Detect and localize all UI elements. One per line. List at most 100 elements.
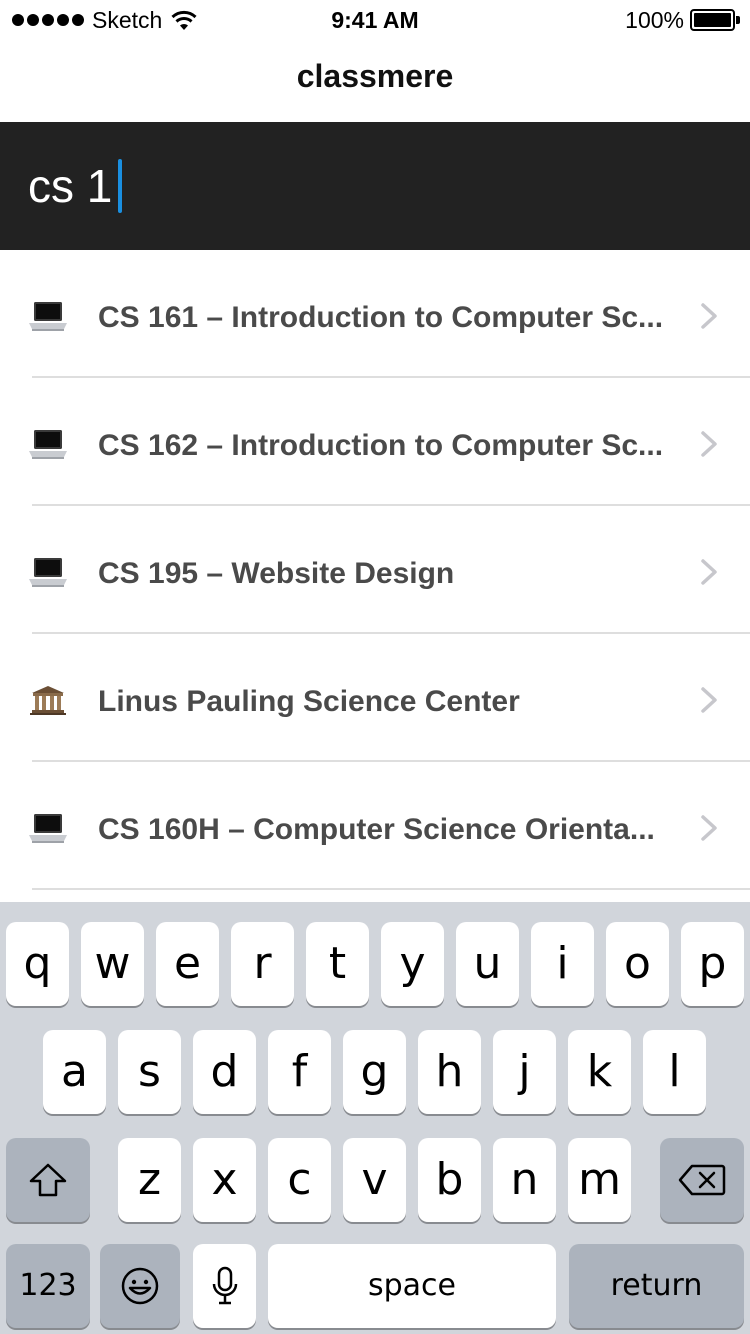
result-row-cs161[interactable]: CS 161 – Introduction to Computer Sc... [0, 250, 750, 378]
key-label: m [578, 1154, 621, 1205]
shift-key[interactable] [6, 1138, 90, 1222]
signal-strength-icon [12, 14, 84, 26]
key-label: space [367, 1268, 456, 1303]
search-input[interactable]: cs 1 [28, 158, 123, 214]
space-key[interactable]: space [268, 1244, 556, 1328]
search-query: cs 1 [28, 160, 113, 212]
key-label: a [61, 1046, 88, 1097]
dictation-key[interactable] [193, 1244, 256, 1328]
key-c[interactable]: c [268, 1138, 331, 1222]
status-right: 100% [625, 6, 740, 34]
return-key[interactable]: return [569, 1244, 744, 1328]
key-label: e [173, 938, 202, 989]
result-row-cs160h[interactable]: CS 160H – Computer Science Orienta... [0, 762, 750, 890]
key-label: x [211, 1154, 238, 1205]
key-label: v [361, 1154, 388, 1205]
key-label: p [698, 938, 727, 989]
chevron-right-icon [701, 559, 717, 585]
result-label: CS 162 – Introduction to Computer Sc... [98, 429, 664, 462]
laptop-icon [29, 430, 67, 459]
laptop-icon [29, 558, 67, 587]
key-label: b [435, 1154, 464, 1205]
key-s[interactable]: s [118, 1030, 181, 1114]
result-row-cs195[interactable]: CS 195 – Website Design [0, 506, 750, 634]
key-d[interactable]: d [193, 1030, 256, 1114]
chevron-right-icon [701, 431, 717, 457]
key-label: j [518, 1046, 531, 1097]
key-k[interactable]: k [568, 1030, 631, 1114]
key-label: c [287, 1154, 312, 1205]
key-label: return [610, 1268, 703, 1303]
key-label: d [210, 1046, 239, 1097]
key-n[interactable]: n [493, 1138, 556, 1222]
numbers-key[interactable]: 123 [6, 1244, 90, 1328]
laptop-icon [29, 302, 67, 331]
carrier-name: Sketch [92, 6, 163, 33]
status-bar: Sketch 9:41 AM 100% [0, 0, 750, 40]
key-label: y [399, 938, 426, 989]
result-label: Linus Pauling Science Center [98, 685, 520, 718]
building-icon [30, 686, 66, 715]
key-label: u [473, 938, 502, 989]
key-z[interactable]: z [118, 1138, 181, 1222]
key-label: w [94, 938, 131, 989]
key-f[interactable]: f [268, 1030, 331, 1114]
key-y[interactable]: y [381, 922, 444, 1006]
battery-percentage: 100% [625, 6, 684, 33]
result-label: CS 161 – Introduction to Computer Sc... [98, 301, 664, 334]
key-p[interactable]: p [681, 922, 744, 1006]
key-w[interactable]: w [81, 922, 144, 1006]
key-x[interactable]: x [193, 1138, 256, 1222]
backspace-key[interactable] [660, 1138, 744, 1222]
key-label: t [328, 938, 347, 989]
keyboard: q w e r t y u i o p a s d f g h j k l z … [0, 902, 750, 1334]
result-row-building[interactable]: Linus Pauling Science Center [0, 634, 750, 762]
key-m[interactable]: m [568, 1138, 631, 1222]
battery-icon [690, 9, 740, 31]
key-label: r [253, 938, 272, 989]
text-cursor [118, 159, 123, 213]
key-l[interactable]: l [643, 1030, 706, 1114]
key-i[interactable]: i [531, 922, 594, 1006]
chevron-right-icon [701, 815, 717, 841]
key-b[interactable]: b [418, 1138, 481, 1222]
key-o[interactable]: o [606, 922, 669, 1006]
key-label: i [556, 938, 569, 989]
key-label: 123 [19, 1268, 77, 1303]
result-row-cs162[interactable]: CS 162 – Introduction to Computer Sc... [0, 378, 750, 506]
key-r[interactable]: r [231, 922, 294, 1006]
microphone-icon [212, 1266, 237, 1305]
key-e[interactable]: e [156, 922, 219, 1006]
search-field[interactable]: cs 1 [0, 122, 750, 250]
result-label: CS 195 – Website Design [98, 557, 455, 590]
key-t[interactable]: t [306, 922, 369, 1006]
key-h[interactable]: h [418, 1030, 481, 1114]
key-label: n [510, 1154, 539, 1205]
key-g[interactable]: g [343, 1030, 406, 1114]
key-label: f [291, 1046, 308, 1097]
app-title: classmere [296, 58, 454, 94]
key-label: g [360, 1046, 389, 1097]
key-j[interactable]: j [493, 1030, 556, 1114]
wifi-icon [171, 10, 197, 30]
key-label: l [668, 1046, 681, 1097]
key-label: o [624, 938, 651, 989]
shift-icon [29, 1163, 67, 1197]
emoji-key[interactable] [100, 1244, 180, 1328]
key-label: q [23, 938, 52, 989]
key-label: z [137, 1154, 162, 1205]
key-label: h [435, 1046, 464, 1097]
chevron-right-icon [701, 303, 717, 329]
status-left: Sketch [12, 6, 198, 34]
key-q[interactable]: q [6, 922, 69, 1006]
key-a[interactable]: a [43, 1030, 106, 1114]
result-label: CS 160H – Computer Science Orienta... [98, 813, 655, 846]
key-label: k [586, 1046, 613, 1097]
navigation-bar: classmere [0, 40, 750, 122]
laptop-icon [29, 814, 67, 843]
chevron-right-icon [701, 687, 717, 713]
backspace-icon [678, 1164, 726, 1196]
key-v[interactable]: v [343, 1138, 406, 1222]
key-u[interactable]: u [456, 922, 519, 1006]
emoji-icon [121, 1267, 159, 1305]
